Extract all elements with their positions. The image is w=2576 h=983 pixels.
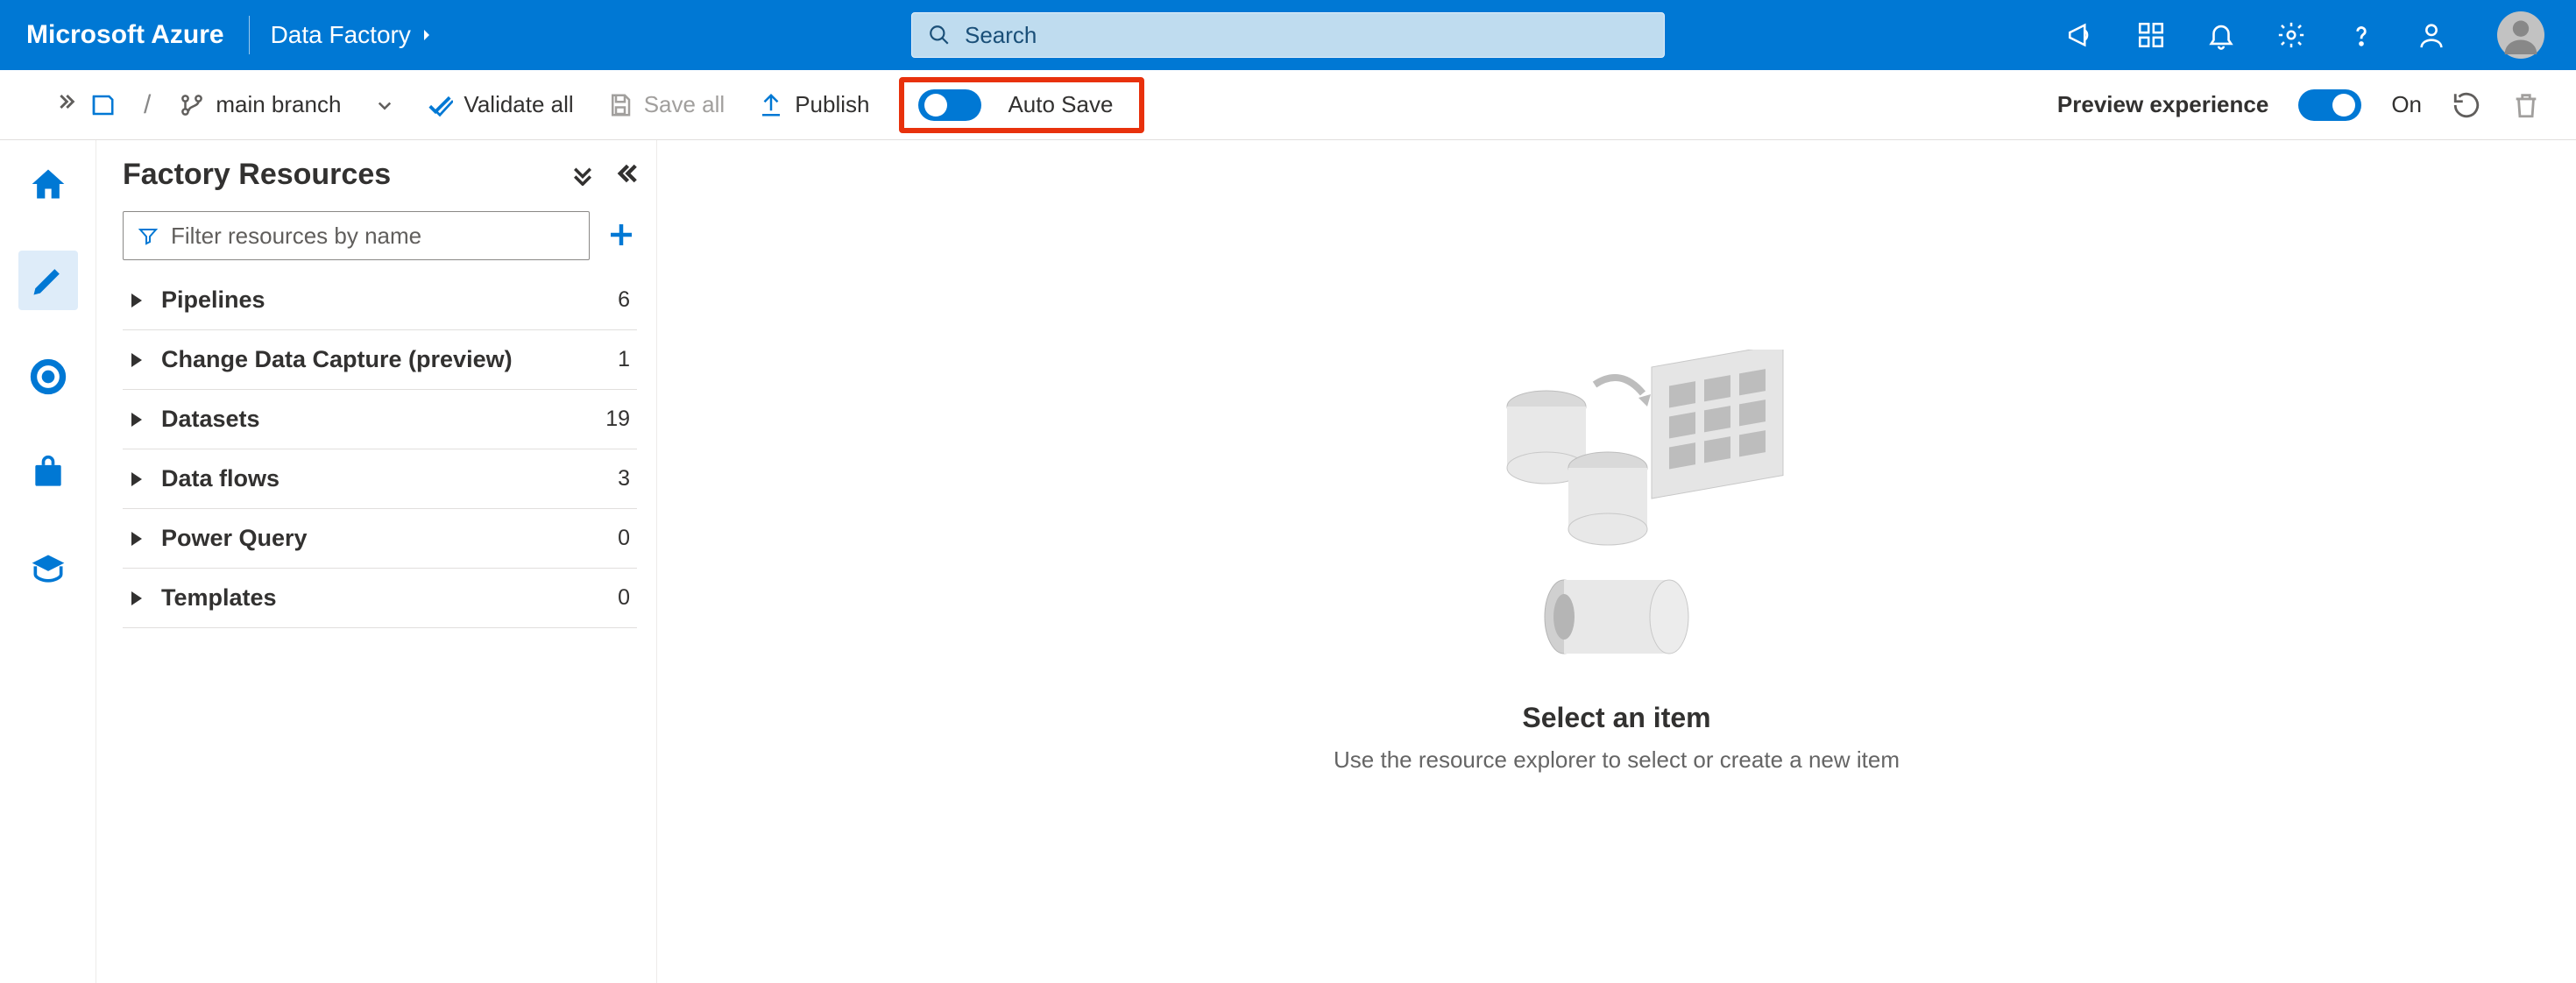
resource-count: 1 [604, 347, 630, 372]
caret-right-icon [128, 530, 145, 548]
resource-list: Pipelines 6 Change Data Capture (preview… [123, 271, 637, 628]
chevron-down-icon [376, 96, 393, 114]
resource-name: Pipelines [161, 286, 604, 314]
help-icon[interactable] [2346, 20, 2376, 50]
resource-row[interactable]: Pipelines 6 [123, 271, 637, 330]
collapse-panel-icon[interactable] [612, 161, 637, 188]
publish-button[interactable]: Publish [747, 86, 880, 124]
search-container [911, 12, 1665, 58]
branch-name: main branch [216, 91, 341, 118]
caret-right-icon [128, 590, 145, 607]
caret-right-icon [128, 292, 145, 309]
branch-dropdown[interactable]: main branch [168, 86, 404, 124]
rail-author[interactable] [18, 251, 78, 310]
toolbar-right: Preview experience On [2057, 89, 2541, 121]
resource-row[interactable]: Data flows 3 [123, 449, 637, 509]
breadcrumb-label: Data Factory [271, 21, 411, 49]
empty-art-icon [1433, 350, 1801, 682]
validate-label: Validate all [464, 91, 573, 118]
empty-subtitle: Use the resource explorer to select or c… [1334, 746, 1900, 774]
resource-name: Power Query [161, 525, 604, 552]
azure-header: Microsoft Azure Data Factory [0, 0, 2576, 70]
left-rail [0, 140, 96, 983]
resources-panel: Factory Resources Pipelines [96, 140, 657, 983]
filter-icon [138, 225, 159, 246]
rail-manage[interactable] [18, 443, 78, 503]
delete-icon[interactable] [2511, 90, 2541, 120]
save-all-label: Save all [644, 91, 725, 118]
resource-count: 0 [604, 526, 630, 551]
avatar[interactable] [2497, 11, 2544, 59]
validate-all-button[interactable]: Validate all [416, 86, 584, 124]
publish-label: Publish [795, 91, 869, 118]
divider [249, 16, 250, 54]
preview-experience-label: Preview experience [2057, 91, 2268, 118]
resource-count: 6 [604, 287, 630, 313]
slash: / [144, 90, 151, 120]
directory-icon[interactable] [2136, 20, 2166, 50]
resource-name: Change Data Capture (preview) [161, 346, 604, 373]
resource-name: Data flows [161, 465, 604, 492]
toolbar: / main branch Validate all Save all Publ… [0, 70, 2576, 140]
resource-name: Datasets [161, 406, 604, 433]
rail-monitor[interactable] [18, 347, 78, 407]
filter-input[interactable] [171, 223, 575, 250]
gear-icon[interactable] [2276, 20, 2306, 50]
auto-save-toggle[interactable] [918, 89, 981, 121]
resource-count: 19 [604, 407, 630, 432]
repo-icon[interactable] [89, 87, 126, 124]
chevron-right-icon [420, 28, 434, 42]
preview-toggle[interactable] [2298, 89, 2361, 121]
bell-icon[interactable] [2206, 20, 2236, 50]
rail-learn[interactable] [18, 540, 78, 599]
auto-save-highlight: Auto Save [899, 77, 1144, 133]
panel-title: Factory Resources [123, 158, 391, 192]
resource-row[interactable]: Change Data Capture (preview) 1 [123, 330, 637, 390]
add-resource-button[interactable] [605, 219, 637, 253]
resource-row[interactable]: Templates 0 [123, 569, 637, 628]
search-input[interactable] [965, 22, 1648, 49]
body: Factory Resources Pipelines [0, 140, 2576, 983]
feedback-icon[interactable] [2417, 20, 2446, 50]
resource-count: 3 [604, 466, 630, 492]
empty-state: Select an item Use the resource explorer… [1334, 350, 1900, 774]
preview-toggle-value: On [2391, 91, 2422, 118]
search-icon [928, 24, 951, 46]
caret-right-icon [128, 470, 145, 488]
breadcrumb[interactable]: Data Factory [271, 21, 434, 49]
caret-right-icon [128, 351, 145, 369]
auto-save-label: Auto Save [1008, 91, 1113, 118]
expand-panel-icon[interactable] [53, 89, 77, 120]
canvas: Select an item Use the resource explorer… [657, 140, 2576, 983]
empty-title: Select an item [1334, 702, 1900, 734]
resource-name: Templates [161, 584, 604, 612]
resource-row[interactable]: Datasets 19 [123, 390, 637, 449]
brand[interactable]: Microsoft Azure [26, 20, 249, 50]
announce-icon[interactable] [2066, 20, 2096, 50]
resource-row[interactable]: Power Query 0 [123, 509, 637, 569]
save-all-button: Save all [597, 86, 736, 124]
refresh-icon[interactable] [2452, 90, 2481, 120]
rail-home[interactable] [18, 154, 78, 214]
header-actions [2066, 11, 2558, 59]
caret-right-icon [128, 411, 145, 428]
search-box[interactable] [911, 12, 1665, 58]
resource-count: 0 [604, 585, 630, 611]
expand-all-icon[interactable] [570, 161, 595, 188]
filter-input-wrap[interactable] [123, 211, 590, 260]
